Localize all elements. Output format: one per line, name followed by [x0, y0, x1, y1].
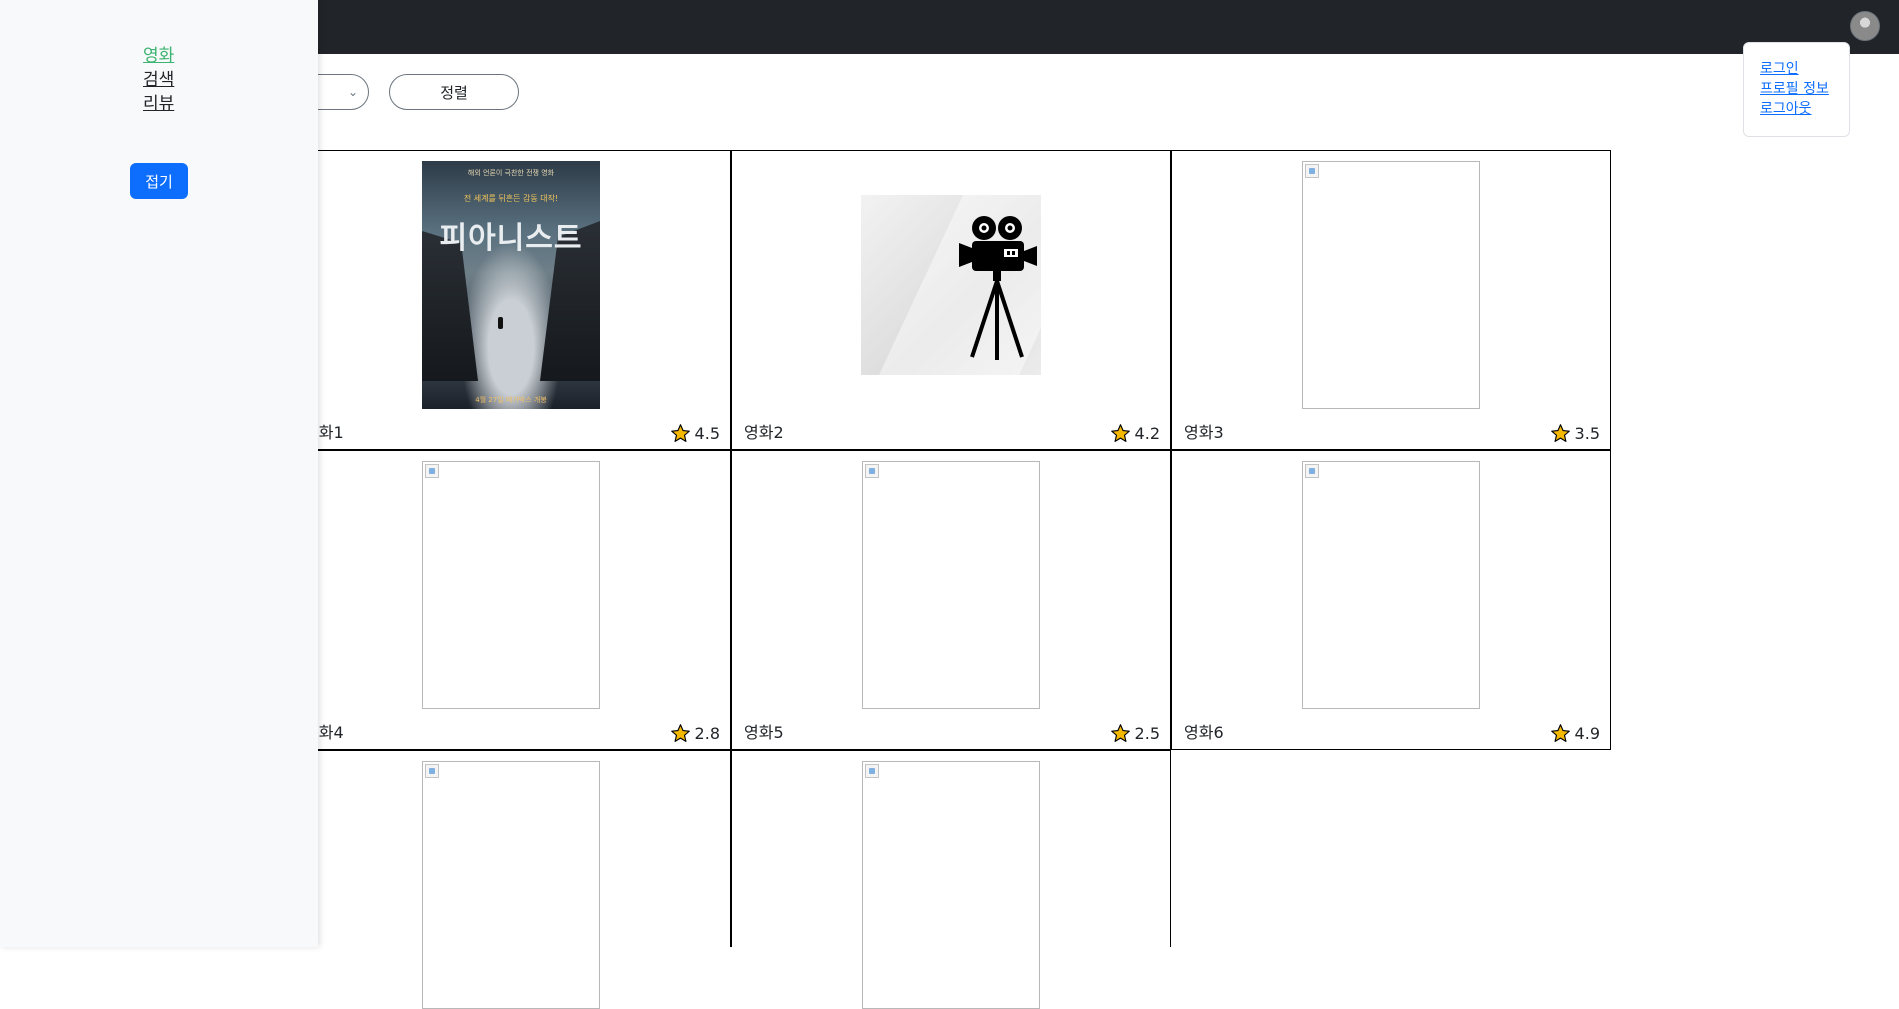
poster-title: 피아니스트	[439, 221, 583, 256]
rating-value: 2.5	[1134, 724, 1160, 743]
movie-poster[interactable]	[862, 461, 1040, 709]
movie-poster[interactable]: 해외 언론이 극찬한 전쟁 영화 전 세계를 뒤흔든 감동 대작! 피아니스트 …	[422, 161, 600, 409]
user-avatar-icon[interactable]	[1850, 11, 1880, 41]
movie-card[interactable]	[291, 750, 731, 1009]
rating-value: 4.5	[694, 424, 720, 443]
sort-button[interactable]: 정렬	[389, 74, 519, 110]
user-menu-dropdown: 로그인 프로필 정보 로그아웃	[1743, 42, 1850, 137]
movie-card[interactable]: 영화3 3.5	[1171, 150, 1611, 450]
movie-poster[interactable]	[422, 761, 600, 1009]
movie-title: 영화3	[1184, 423, 1224, 442]
sidebar: 영화 검색 리뷰 접기	[0, 0, 318, 947]
movie-poster[interactable]	[1302, 161, 1480, 409]
movie-rating: 2.8	[670, 723, 720, 744]
star-icon	[670, 424, 690, 442]
movie-rating: 4.5	[670, 423, 720, 444]
rating-value: 2.8	[694, 724, 720, 743]
movie-rating: 4.9	[1550, 723, 1600, 744]
movie-card[interactable]: 영화2 4.2	[731, 150, 1171, 450]
rating-value: 4.2	[1134, 424, 1160, 443]
movie-rating: 3.5	[1550, 423, 1600, 444]
movie-card[interactable]	[731, 750, 1171, 1009]
broken-image-icon	[865, 464, 879, 478]
poster-tagline: 전 세계를 뒤흔든 감동 대작!	[463, 194, 559, 203]
movie-title: 영화2	[744, 423, 784, 442]
login-link[interactable]: 로그인	[1760, 59, 1849, 79]
collapse-sidebar-button[interactable]: 접기	[130, 163, 188, 199]
poster-footer: 4월 27일 메가박스 개봉	[475, 396, 547, 404]
sidebar-item-search[interactable]: 검색	[143, 68, 174, 92]
movie-poster[interactable]	[422, 461, 600, 709]
movie-card[interactable]: 영화5 2.5	[731, 450, 1171, 750]
movie-title: 영화5	[744, 723, 784, 742]
sidebar-nav: 영화 검색 리뷰	[143, 44, 174, 116]
movie-title: 영화6	[1184, 723, 1224, 742]
movie-poster[interactable]	[1302, 461, 1480, 709]
movie-card[interactable]: 영화6 4.9	[1171, 450, 1611, 750]
movie-rating: 2.5	[1110, 723, 1160, 744]
star-icon	[1110, 724, 1130, 742]
rating-value: 3.5	[1574, 424, 1600, 443]
sidebar-item-reviews[interactable]: 리뷰	[143, 92, 174, 116]
profile-link[interactable]: 프로필 정보	[1760, 79, 1849, 99]
broken-image-icon	[425, 464, 439, 478]
logout-link[interactable]: 로그아웃	[1760, 99, 1849, 119]
movie-poster[interactable]	[861, 195, 1041, 375]
broken-image-icon	[865, 764, 879, 778]
rating-value: 4.9	[1574, 724, 1600, 743]
walking-figure	[498, 317, 503, 329]
star-icon	[1550, 724, 1570, 742]
poster-headline: 해외 언론이 극찬한 전쟁 영화	[467, 169, 555, 177]
star-icon	[1550, 424, 1570, 442]
movie-camera-icon	[959, 216, 1037, 360]
chevron-down-icon: ⌄	[347, 85, 358, 99]
star-icon	[1110, 424, 1130, 442]
broken-image-icon	[1305, 164, 1319, 178]
movie-poster[interactable]	[862, 761, 1040, 1009]
movie-rating: 4.2	[1110, 423, 1160, 444]
movie-card[interactable]: 해외 언론이 극찬한 전쟁 영화 전 세계를 뒤흔든 감동 대작! 피아니스트 …	[291, 150, 731, 450]
broken-image-icon	[1305, 464, 1319, 478]
broken-image-icon	[425, 764, 439, 778]
movie-card[interactable]: 영화4 2.8	[291, 450, 731, 750]
star-icon	[670, 724, 690, 742]
sidebar-item-movies[interactable]: 영화	[143, 44, 174, 68]
